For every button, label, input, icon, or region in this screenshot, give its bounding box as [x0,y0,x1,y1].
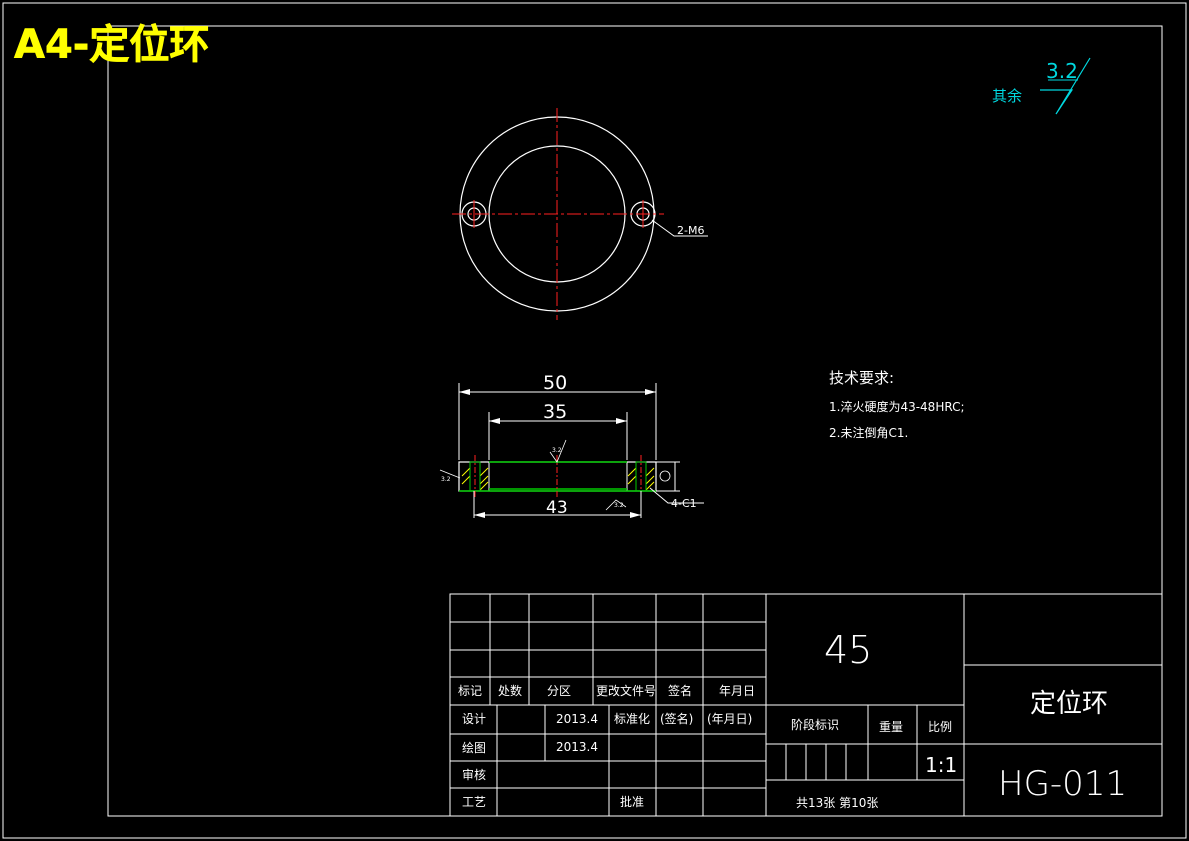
row-design-std: 标准化 [614,712,650,726]
row-design-label: 设计 [462,712,486,726]
chamfer-callout: 4-C1 [671,497,697,510]
small-mark-1: 3.2 [552,447,562,454]
row-check-label: 审核 [462,767,486,782]
row-design-ymd: (年月日) [707,712,752,726]
weight-label: 重量 [879,720,903,734]
small-mark-3: 3.2 [614,502,624,509]
sheet-title-overlay: A4-定位环 [14,22,209,68]
tech-item-2: 2.未注倒角C1. [829,425,908,440]
stage-label: 阶段标识 [791,717,839,732]
hdr-count: 处数 [498,683,522,698]
top-view: 2-M6 [452,108,708,320]
tech-requirements: 技术要求: 1.淬火硬度为43-48HRC; 2.未注倒角C1. [829,369,965,440]
drawing-number: HG-011 [998,764,1127,804]
tech-item-1: 1.淬火硬度为43-48HRC; [829,399,965,414]
hdr-change-doc: 更改文件号 [596,683,656,698]
dim35-arrow-left [489,418,500,424]
height-dim-mark [659,470,671,482]
row-draw-label: 绘图 [462,740,486,755]
sheet-count: 共13张 第10张 [796,796,878,810]
row-design-date: 2013.4 [556,712,598,726]
hdr-mark: 标记 [458,684,482,698]
section-view: 50 35 3.2 3.2 3.2 4-C1 43 [439,372,704,518]
scale-label: 比例 [928,720,952,734]
dim50-arrow-left [459,389,470,395]
tech-heading: 技术要求: [829,369,894,387]
dim-outer-text: 50 [543,372,567,394]
dim-bottom-text: 43 [546,498,568,518]
row-design-sign: (签名) [660,711,693,726]
row-process-approve: 批准 [620,794,644,809]
cad-drawing-canvas: A4-定位环 其余 3.2 2-M6 50 35 3.2 3.2 3.2 4-C… [2,2,1187,839]
dim50-arrow-right [645,389,656,395]
hdr-zone: 分区 [547,684,571,698]
hdr-date: 年月日 [719,684,755,698]
row-process-label: 工艺 [462,795,486,809]
dim43-arrow-right [630,512,641,518]
dim-inner-text: 35 [543,401,567,423]
dim43-arrow-left [474,512,485,518]
title-block-headers: 标记 处数 分区 更改文件号 签名 年月日 设计 2013.4 标准化 (签名)… [458,628,1127,810]
roughness-label: 其余 [992,87,1022,105]
part-name: 定位环 [1030,689,1108,719]
row-draw-date: 2013.4 [556,740,598,754]
material: 45 [824,628,872,672]
dim35-arrow-right [616,418,627,424]
roughness-symbol: 其余 3.2 [992,57,1091,115]
hdr-sign: 签名 [668,683,692,698]
hole-callout: 2-M6 [677,224,704,237]
scale-value: 1:1 [925,753,957,777]
roughness-value: 3.2 [1046,59,1078,83]
small-mark-2: 3.2 [441,476,451,483]
